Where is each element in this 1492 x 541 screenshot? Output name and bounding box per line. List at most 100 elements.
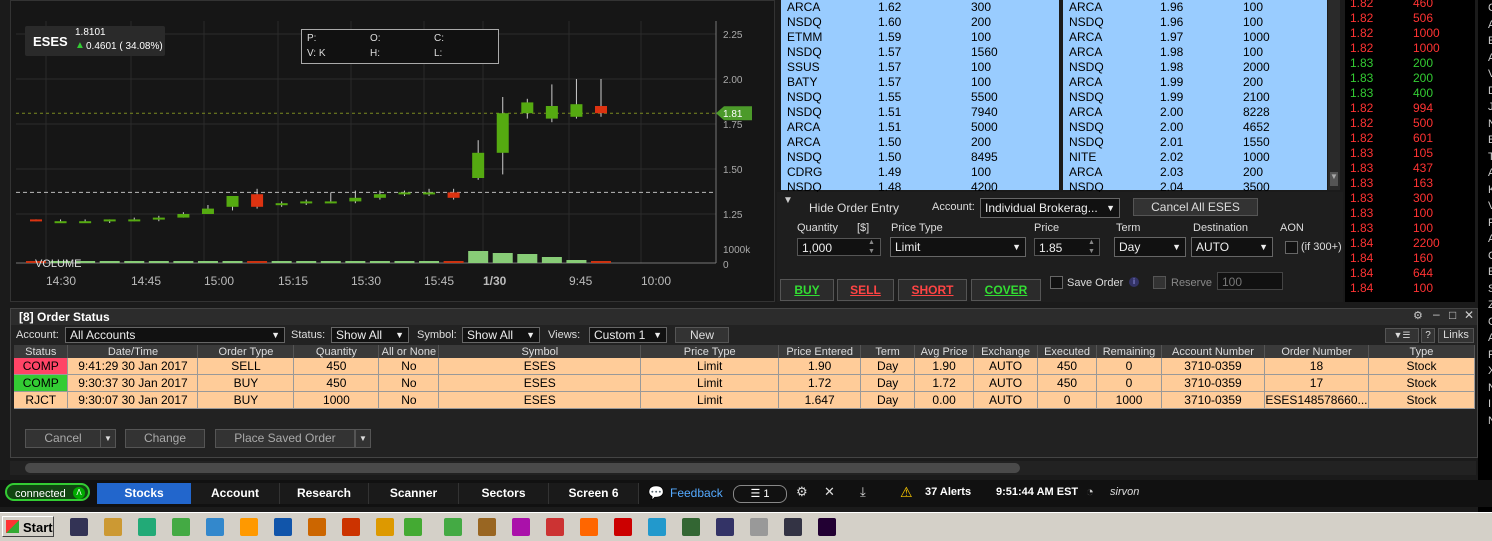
level2-row[interactable]: ARCA 1.62 300 (781, 0, 1059, 15)
level2-row[interactable]: ARCA 1.51 5000 (781, 120, 1059, 135)
destination-select[interactable]: AUTO ▼ (1191, 237, 1273, 257)
level2-row[interactable]: NSDQ 2.01 1550 (1063, 135, 1327, 150)
fireworks-icon[interactable] (376, 518, 394, 536)
horizontal-scrollbar[interactable] (10, 461, 1476, 475)
app-icon[interactable] (682, 518, 700, 536)
settings-icon[interactable]: ⚙ (1413, 309, 1423, 322)
quantity-stepper[interactable]: ▲ ▼ (863, 238, 880, 256)
scrollbar-thumb[interactable] (25, 463, 1020, 473)
level2-row[interactable]: SSUS 1.57 100 (781, 60, 1059, 75)
links-button[interactable]: Links (1438, 328, 1474, 343)
excel-icon[interactable] (138, 518, 156, 536)
status-filter-select[interactable]: Show All ▼ (331, 327, 409, 343)
app-icon[interactable] (172, 518, 190, 536)
level2-row[interactable]: ARCA 2.03 200 (1063, 165, 1327, 180)
minimize-icon[interactable]: – (1433, 307, 1440, 321)
nav-tab[interactable]: Sectors (459, 483, 549, 504)
views-select[interactable]: Custom 1 ▼ (589, 327, 667, 343)
column-header[interactable]: Exchange (973, 345, 1039, 358)
level2-row[interactable]: NITE 2.02 1000 (1063, 150, 1327, 165)
reserve-checkbox[interactable] (1153, 276, 1166, 289)
cover-button[interactable]: COVER (971, 279, 1041, 301)
account-select[interactable]: Individual Brokerag... ▼ (980, 198, 1120, 218)
sell-button[interactable]: SELL (837, 279, 894, 301)
illustrator-icon[interactable] (308, 518, 326, 536)
indesign-icon[interactable] (512, 518, 530, 536)
column-header[interactable]: Symbol (438, 345, 642, 358)
chrome-icon[interactable] (404, 518, 422, 536)
table-row[interactable]: COMP 9:41:29 30 Jan 2017 SELL 450 No ESES Limi… (14, 358, 1476, 375)
console-icon[interactable] (70, 518, 88, 536)
tools-icon[interactable]: ✕ (824, 484, 835, 500)
feedback-icon[interactable]: 💬 (648, 485, 664, 501)
level2-row[interactable]: NSDQ 1.98 2000 (1063, 60, 1327, 75)
symbol-filter-select[interactable]: Show All ▼ (462, 327, 540, 343)
reserve-input[interactable]: 100 (1217, 272, 1283, 290)
level2-row[interactable]: NSDQ 2.00 4652 (1063, 120, 1327, 135)
nav-tab[interactable]: Scanner (369, 483, 459, 504)
save-order-checkbox[interactable] (1050, 276, 1063, 289)
order-status-table[interactable]: Status Date/Time Order Type Quantity All or … (14, 345, 1476, 409)
app-icon[interactable] (546, 518, 564, 536)
photoshop-icon[interactable] (274, 518, 292, 536)
column-header[interactable]: Quantity (293, 345, 380, 358)
price-type-select[interactable]: Limit ▼ (890, 237, 1026, 257)
app-icon[interactable] (716, 518, 734, 536)
level2-bids-panel[interactable]: ARCA 1.62 300 NSDQ 1.60 200 ETMM 1.59 100 NSDQ 1.5… (781, 0, 1059, 194)
firefox-icon[interactable] (580, 518, 598, 536)
feedback-link[interactable]: Feedback (670, 486, 723, 500)
columns-menu-icon[interactable]: ▼☰ (1385, 328, 1419, 343)
price-stepper[interactable]: ▲ ▼ (1083, 238, 1100, 256)
level2-row[interactable]: NSDQ 1.96 100 (1063, 15, 1327, 30)
scroll-down-icon[interactable]: ▼ (1330, 172, 1338, 186)
column-header[interactable]: Order Type (197, 345, 295, 358)
level2-row[interactable]: NSDQ 1.51 7940 (781, 105, 1059, 120)
column-header[interactable]: Remaining (1096, 345, 1163, 358)
gear-icon[interactable]: ⚙ (796, 484, 808, 500)
level2-row[interactable]: ARCA 1.97 1000 (1063, 30, 1327, 45)
hide-order-entry[interactable]: Hide Order Entry (809, 201, 899, 215)
level2-scrollbar[interactable]: ▼ (1328, 0, 1340, 190)
level2-row[interactable]: ARCA 2.00 8228 (1063, 105, 1327, 120)
globe-icon[interactable] (648, 518, 666, 536)
aon-checkbox[interactable] (1285, 241, 1298, 254)
column-header[interactable]: Status (14, 345, 69, 358)
level2-asks-panel[interactable]: ARCA 1.96 100 NSDQ 1.96 100 ARCA 1.97 1000 ARCA 1.… (1063, 0, 1327, 194)
level2-row[interactable]: ETMM 1.59 100 (781, 30, 1059, 45)
saved-order-dropdown-icon[interactable]: ▼ (355, 429, 371, 448)
level2-row[interactable]: NSDQ 1.57 1560 (781, 45, 1059, 60)
column-header[interactable]: Account Number (1161, 345, 1265, 358)
flash-icon[interactable] (342, 518, 360, 536)
collapse-icon[interactable]: ▼ (783, 195, 793, 206)
bridge-icon[interactable] (478, 518, 496, 536)
level2-row[interactable]: ARCA 1.96 100 (1063, 0, 1327, 15)
term-select[interactable]: Day ▼ (1114, 237, 1186, 257)
cancel-order-button[interactable]: Cancel (25, 429, 101, 448)
new-view-button[interactable]: New (675, 327, 729, 343)
app-icon[interactable] (784, 518, 802, 536)
table-row[interactable]: RJCT 9:30:07 30 Jan 2017 BUY 1000 No ESES Limi… (14, 391, 1476, 409)
level2-row[interactable]: ARCA 1.99 200 (1063, 75, 1327, 90)
level2-row[interactable]: ARCA 1.98 100 (1063, 45, 1327, 60)
dreamweaver-icon[interactable] (444, 518, 462, 536)
ie-icon[interactable] (206, 518, 224, 536)
price-chart[interactable]: 2.25 2.00 1.75 1.50 1.25 1000k 0 14:30 14:45 15:0… (10, 0, 775, 302)
column-header[interactable]: All or None (378, 345, 440, 358)
calculator-icon[interactable] (750, 518, 768, 536)
column-header[interactable]: Term (860, 345, 916, 358)
close-icon[interactable]: ✕ (1464, 308, 1474, 322)
short-button[interactable]: SHORT (898, 279, 967, 301)
level2-row[interactable]: NSDQ 1.50 8495 (781, 150, 1059, 165)
nav-tab[interactable]: Stocks (97, 483, 192, 504)
maximize-icon[interactable]: □ (1449, 308, 1456, 322)
alerts-count[interactable]: 37 Alerts (925, 486, 971, 498)
level2-row[interactable]: NSDQ 1.55 5500 (781, 90, 1059, 105)
buy-button[interactable]: BUY (780, 279, 834, 301)
change-order-button[interactable]: Change (125, 429, 205, 448)
explorer-icon[interactable] (104, 518, 122, 536)
column-header[interactable]: Date/Time (67, 345, 199, 358)
start-button[interactable]: Start (2, 516, 54, 537)
column-header[interactable]: Executed (1037, 345, 1098, 358)
column-header[interactable]: Avg Price (914, 345, 975, 358)
nav-tab[interactable]: Account (191, 483, 280, 504)
